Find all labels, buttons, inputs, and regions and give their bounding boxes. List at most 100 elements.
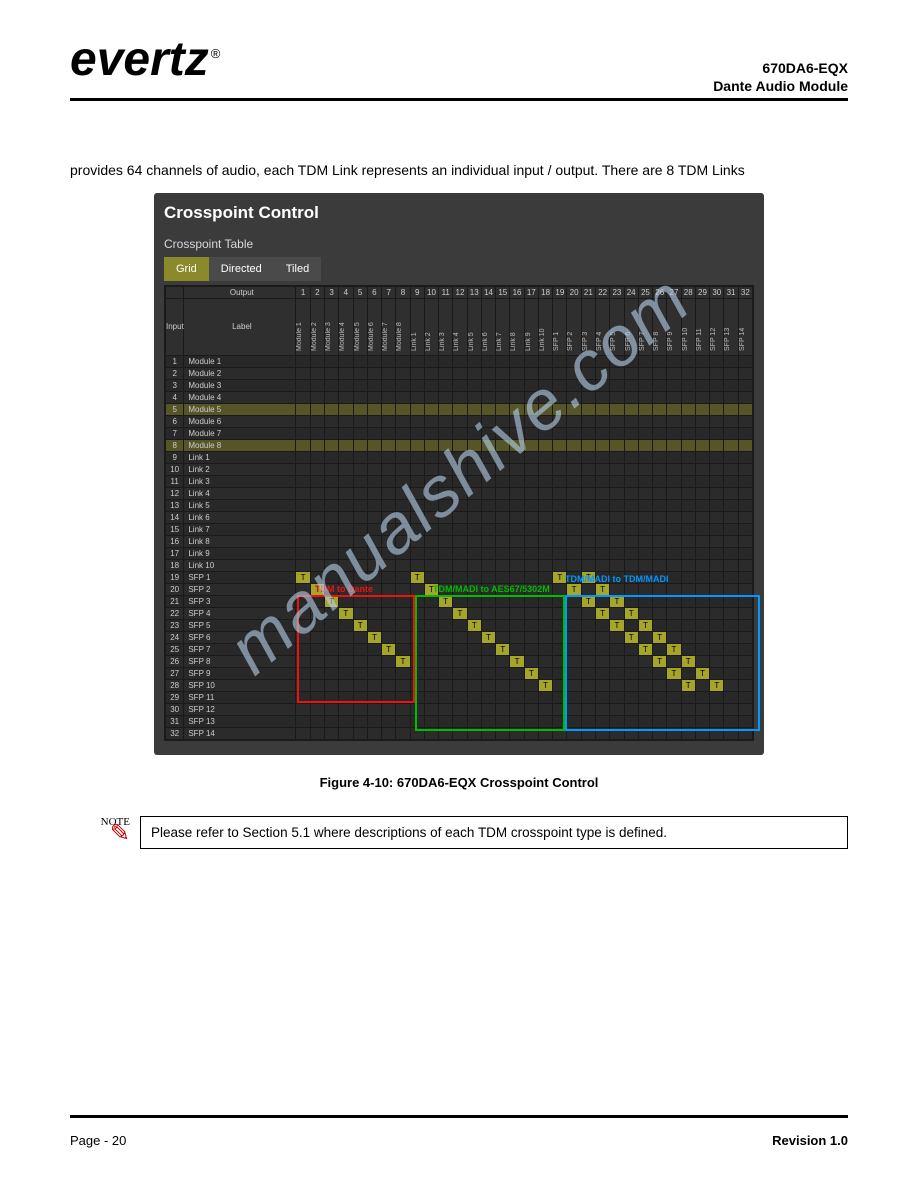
crosspoint-cell[interactable] — [410, 583, 424, 595]
crosspoint-cell[interactable] — [624, 595, 638, 607]
crosspoint-cell[interactable] — [681, 523, 695, 535]
crosspoint-cell[interactable] — [681, 703, 695, 715]
crosspoint-cell[interactable] — [481, 547, 495, 559]
crosspoint-cell[interactable] — [296, 619, 310, 631]
crosspoint-cell[interactable] — [695, 631, 709, 643]
crosspoint-cell[interactable] — [367, 415, 381, 427]
crosspoint-cell[interactable] — [695, 427, 709, 439]
crosspoint-cell[interactable] — [567, 355, 581, 367]
crosspoint-cell[interactable] — [681, 499, 695, 511]
crosspoint-cell[interactable] — [324, 559, 338, 571]
crosspoint-cell[interactable] — [310, 415, 324, 427]
crosspoint-cell[interactable] — [310, 523, 324, 535]
crosspoint-cell[interactable] — [738, 583, 752, 595]
crosspoint-cell[interactable] — [624, 655, 638, 667]
crosspoint-cell[interactable] — [724, 679, 738, 691]
crosspoint-cell[interactable] — [296, 727, 310, 739]
crosspoint-cell[interactable] — [424, 523, 438, 535]
crosspoint-cell[interactable]: T — [695, 667, 709, 679]
crosspoint-cell[interactable] — [738, 511, 752, 523]
crosspoint-cell[interactable] — [681, 427, 695, 439]
crosspoint-cell[interactable] — [538, 703, 552, 715]
crosspoint-cell[interactable] — [496, 727, 510, 739]
crosspoint-cell[interactable] — [567, 703, 581, 715]
crosspoint-cell[interactable] — [353, 451, 367, 463]
crosspoint-cell[interactable] — [353, 415, 367, 427]
crosspoint-cell[interactable] — [610, 547, 624, 559]
crosspoint-cell[interactable] — [653, 643, 667, 655]
crosspoint-cell[interactable] — [581, 631, 595, 643]
crosspoint-cell[interactable] — [596, 667, 610, 679]
crosspoint-cell[interactable] — [738, 571, 752, 583]
crosspoint-cell[interactable] — [324, 355, 338, 367]
crosspoint-cell[interactable] — [710, 583, 724, 595]
crosspoint-cell[interactable] — [653, 463, 667, 475]
crosspoint-cell[interactable] — [567, 715, 581, 727]
crosspoint-cell[interactable] — [496, 703, 510, 715]
crosspoint-cell[interactable] — [396, 619, 410, 631]
crosspoint-cell[interactable] — [681, 391, 695, 403]
crosspoint-cell[interactable] — [510, 355, 524, 367]
crosspoint-cell[interactable] — [724, 463, 738, 475]
crosspoint-cell[interactable] — [353, 391, 367, 403]
crosspoint-cell[interactable] — [524, 679, 538, 691]
crosspoint-cell[interactable] — [367, 355, 381, 367]
crosspoint-cell[interactable] — [695, 355, 709, 367]
crosspoint-cell[interactable] — [396, 727, 410, 739]
crosspoint-cell[interactable] — [710, 499, 724, 511]
crosspoint-cell[interactable] — [324, 679, 338, 691]
crosspoint-cell[interactable] — [453, 679, 467, 691]
crosspoint-cell[interactable] — [667, 487, 681, 499]
tab-directed[interactable]: Directed — [209, 257, 274, 281]
crosspoint-cell[interactable] — [581, 511, 595, 523]
crosspoint-cell[interactable] — [567, 727, 581, 739]
crosspoint-cell[interactable] — [467, 511, 481, 523]
crosspoint-cell[interactable] — [481, 415, 495, 427]
crosspoint-cell[interactable] — [453, 415, 467, 427]
crosspoint-cell[interactable] — [596, 487, 610, 499]
crosspoint-cell[interactable] — [467, 727, 481, 739]
crosspoint-cell[interactable] — [382, 583, 396, 595]
crosspoint-cell[interactable] — [695, 715, 709, 727]
tab-grid[interactable]: Grid — [164, 257, 209, 281]
crosspoint-cell[interactable] — [439, 703, 453, 715]
crosspoint-cell[interactable] — [738, 619, 752, 631]
crosspoint-cell[interactable] — [467, 595, 481, 607]
crosspoint-cell[interactable] — [567, 511, 581, 523]
crosspoint-cell[interactable] — [553, 547, 567, 559]
crosspoint-cell[interactable] — [524, 691, 538, 703]
crosspoint-cell[interactable] — [581, 379, 595, 391]
crosspoint-cell[interactable] — [738, 427, 752, 439]
crosspoint-cell[interactable] — [610, 355, 624, 367]
crosspoint-cell[interactable] — [610, 511, 624, 523]
crosspoint-cell[interactable] — [382, 667, 396, 679]
crosspoint-cell[interactable] — [638, 607, 652, 619]
crosspoint-cell[interactable] — [382, 355, 396, 367]
crosspoint-cell[interactable] — [367, 643, 381, 655]
crosspoint-cell[interactable]: T — [538, 679, 552, 691]
crosspoint-cell[interactable] — [439, 691, 453, 703]
crosspoint-cell[interactable] — [396, 667, 410, 679]
crosspoint-cell[interactable] — [610, 631, 624, 643]
crosspoint-cell[interactable] — [424, 571, 438, 583]
crosspoint-cell[interactable] — [567, 547, 581, 559]
crosspoint-cell[interactable] — [382, 499, 396, 511]
crosspoint-cell[interactable] — [724, 655, 738, 667]
crosspoint-cell[interactable] — [410, 607, 424, 619]
crosspoint-cell[interactable] — [538, 427, 552, 439]
crosspoint-cell[interactable] — [681, 463, 695, 475]
crosspoint-cell[interactable] — [382, 559, 396, 571]
crosspoint-cell[interactable] — [439, 379, 453, 391]
crosspoint-cell[interactable] — [738, 367, 752, 379]
crosspoint-cell[interactable] — [353, 595, 367, 607]
crosspoint-cell[interactable] — [339, 415, 353, 427]
crosspoint-cell[interactable] — [553, 595, 567, 607]
crosspoint-cell[interactable] — [653, 619, 667, 631]
crosspoint-cell[interactable] — [710, 451, 724, 463]
crosspoint-cell[interactable] — [681, 475, 695, 487]
crosspoint-cell[interactable] — [538, 559, 552, 571]
crosspoint-cell[interactable] — [710, 439, 724, 451]
crosspoint-cell[interactable] — [724, 595, 738, 607]
crosspoint-cell[interactable] — [424, 475, 438, 487]
crosspoint-cell[interactable] — [581, 607, 595, 619]
